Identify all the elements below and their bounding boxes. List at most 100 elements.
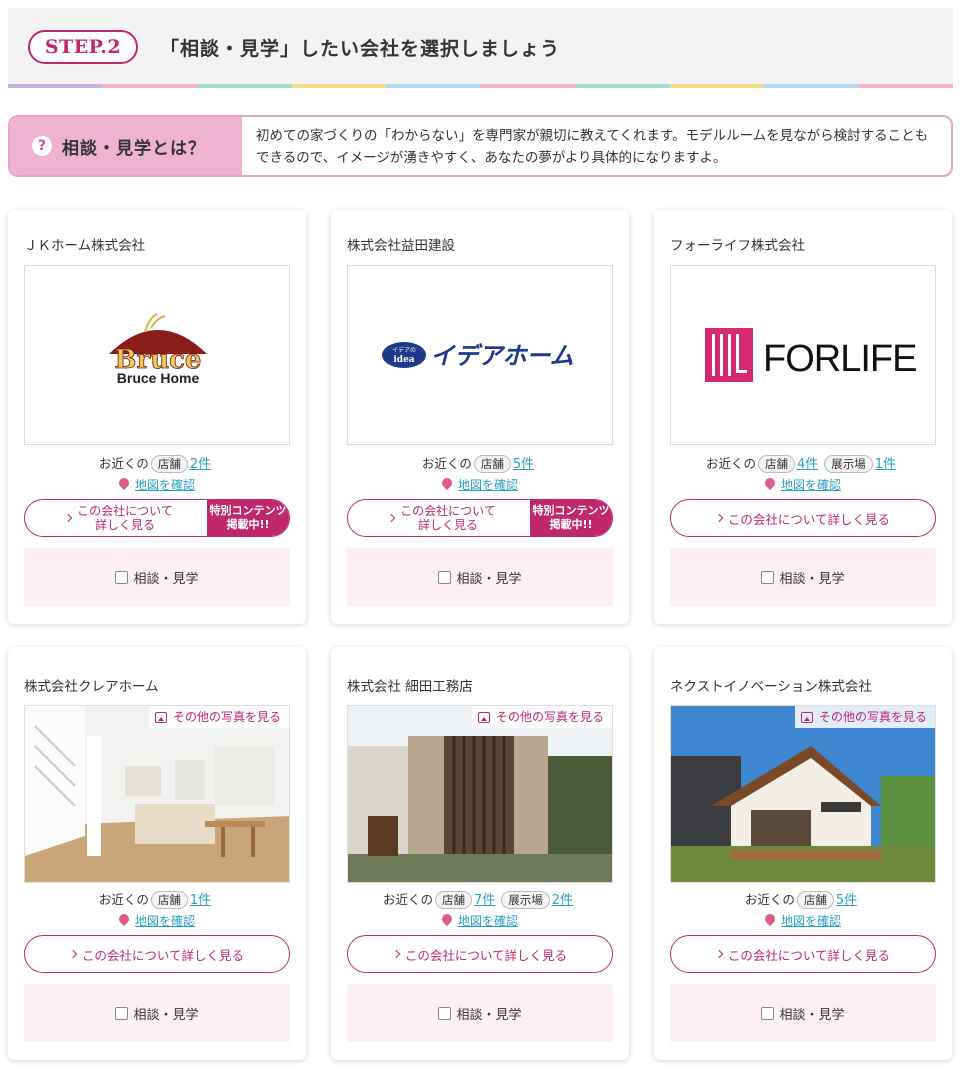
detail-label: この会社について詳しく見る — [727, 947, 891, 963]
showroom-count-link[interactable]: 2件 — [552, 893, 573, 908]
map-line: 地図を確認 — [654, 911, 952, 929]
consult-checkbox-area[interactable]: 相談・見学 — [347, 548, 613, 606]
nearby-info: お近くの 店舗 5件 — [654, 889, 952, 909]
rainbow-segment — [8, 84, 103, 88]
map-line: 地図を確認 — [654, 475, 952, 493]
company-logo-frame[interactable]: イデアの idea イデアホーム — [347, 265, 613, 445]
more-photos-button[interactable]: その他の写真を見る — [471, 706, 612, 728]
chevron-right-icon — [714, 949, 724, 959]
chevron-right-icon — [391, 949, 401, 959]
store-pill: 店舗 — [473, 455, 511, 473]
step-badge: STEP.2 — [28, 30, 138, 64]
bruce-home-logo: Bruce Bruce Home — [109, 313, 207, 386]
company-name: 株式会社クレアホーム — [24, 679, 159, 695]
special-line-1: 特別コンテンツ — [532, 504, 610, 517]
company-card: 株式会社 細田工務店 その他の写真を見る お近くの 店舗 7件 展示場 2件 地図を確認… — [331, 647, 629, 1060]
chevron-right-icon — [63, 513, 73, 523]
map-link[interactable]: 地図を確認 — [781, 478, 841, 492]
company-card: ＪＫホーム株式会社 Bruce Bruce Home お近くの 店舗 2件 地図を確… — [8, 210, 306, 624]
chevron-right-icon — [714, 513, 724, 523]
map-link[interactable]: 地図を確認 — [135, 478, 195, 492]
company-card: フォーライフ株式会社 FORLIFE お近くの 店舗 4件 展示場 1件 地図を確認 こ… — [654, 210, 952, 624]
company-name: ネクストイノベーション株式会社 — [670, 679, 872, 695]
logo-badge-text-1: イデアの — [392, 346, 416, 354]
showroom-pill: 展示場 — [824, 455, 873, 473]
detail-label: この会社について詳しく見る — [348, 504, 530, 532]
company-detail-button[interactable]: この会社について詳しく見る — [347, 935, 613, 973]
logo-text-idea-home: イデアホーム — [430, 342, 573, 370]
detail-label: この会社について詳しく見る — [81, 947, 245, 963]
company-card: 株式会社益田建設 イデアの idea イデアホーム お近くの 店舗 5件 地図を確認… — [331, 210, 629, 624]
company-name: 株式会社益田建設 — [347, 238, 455, 254]
chevron-right-icon — [68, 949, 78, 959]
consult-checkbox-area[interactable]: 相談・見学 — [24, 548, 290, 606]
consult-checkbox[interactable] — [115, 1006, 129, 1020]
company-detail-button[interactable]: この会社について詳しく見る — [670, 499, 936, 537]
consult-checkbox[interactable] — [761, 570, 775, 584]
company-detail-button[interactable]: この会社について詳しく見る — [24, 935, 290, 973]
store-pill: 店舗 — [796, 891, 834, 909]
company-photo[interactable]: その他の写真を見る — [24, 705, 290, 883]
rainbow-segment — [764, 84, 859, 88]
consult-label: 相談・見学 — [779, 1007, 845, 1023]
rainbow-segment — [386, 84, 481, 88]
more-photos-label: その他の写真を見る — [172, 710, 281, 724]
map-line: 地図を確認 — [331, 475, 629, 493]
company-logo-frame[interactable]: Bruce Bruce Home — [24, 265, 290, 445]
map-link[interactable]: 地図を確認 — [458, 914, 518, 928]
company-photo[interactable]: その他の写真を見る — [347, 705, 613, 883]
rainbow-segment — [669, 84, 764, 88]
consult-checkbox-area[interactable]: 相談・見学 — [670, 548, 936, 606]
store-count-link[interactable]: 2件 — [190, 457, 211, 472]
info-text: 初めての家づくりの「わからない」を専門家が親切に教えてくれます。モデルルームを見… — [256, 128, 929, 166]
forlife-logo: FORLIFE — [705, 328, 917, 382]
company-detail-button[interactable]: この会社について 詳しく見る 特別コンテンツ 掲載中!! — [24, 499, 290, 537]
store-count-link[interactable]: 1件 — [190, 893, 211, 908]
store-count-link[interactable]: 4件 — [797, 457, 818, 472]
nearby-info: お近くの 店舗 5件 — [331, 453, 629, 473]
company-name: 株式会社 細田工務店 — [347, 679, 473, 695]
more-photos-button[interactable]: その他の写真を見る — [148, 706, 289, 728]
consult-checkbox[interactable] — [438, 1006, 452, 1020]
step-title: 「相談・見学」したい会社を選択しましょう — [160, 38, 561, 60]
more-photos-button[interactable]: その他の写真を見る — [794, 706, 935, 728]
company-logo-frame[interactable]: FORLIFE — [670, 265, 936, 445]
company-photo[interactable]: その他の写真を見る — [670, 705, 936, 883]
company-card: 株式会社クレアホーム その他の写真を見る お近くの 店舗 1件 地図を確認 この会社… — [8, 647, 306, 1060]
map-pin-icon — [439, 475, 455, 491]
map-link[interactable]: 地図を確認 — [135, 914, 195, 928]
company-name: フォーライフ株式会社 — [670, 238, 805, 254]
info-box: ? 相談・見学とは？ 初めての家づくりの「わからない」を専門家が親切に教えてくれ… — [8, 115, 953, 177]
special-content-badge: 特別コンテンツ 掲載中!! — [530, 500, 612, 536]
map-link[interactable]: 地図を確認 — [781, 914, 841, 928]
store-count-link[interactable]: 5件 — [513, 457, 534, 472]
map-line: 地図を確認 — [8, 475, 306, 493]
consult-checkbox[interactable] — [438, 570, 452, 584]
store-pill: 店舗 — [150, 891, 188, 909]
image-icon — [477, 711, 490, 723]
house-exterior-photo — [348, 706, 612, 882]
map-pin-icon — [116, 475, 132, 491]
map-link[interactable]: 地図を確認 — [458, 478, 518, 492]
more-photos-label: その他の写真を見る — [818, 710, 927, 724]
special-line-2: 掲載中!! — [226, 518, 270, 531]
map-pin-icon — [116, 911, 132, 927]
detail-label-line-1: この会社について — [400, 504, 496, 518]
rainbow-segment — [102, 84, 197, 88]
consult-checkbox[interactable] — [115, 570, 129, 584]
rainbow-segment — [197, 84, 292, 88]
showroom-count-link[interactable]: 1件 — [875, 457, 896, 472]
store-count-link[interactable]: 5件 — [836, 893, 857, 908]
company-detail-button[interactable]: この会社について 詳しく見る 特別コンテンツ 掲載中!! — [347, 499, 613, 537]
store-count-link[interactable]: 7件 — [474, 893, 495, 908]
rainbow-divider — [8, 84, 953, 88]
consult-checkbox-area[interactable]: 相談・見学 — [24, 984, 290, 1042]
near-prefix: お近くの — [98, 456, 149, 471]
special-content-badge: 特別コンテンツ 掲載中!! — [207, 500, 289, 536]
logo-text-forlife: FORLIFE — [763, 338, 916, 380]
consult-checkbox[interactable] — [761, 1006, 775, 1020]
consult-checkbox-area[interactable]: 相談・見学 — [347, 984, 613, 1042]
consult-checkbox-area[interactable]: 相談・見学 — [670, 984, 936, 1042]
question-icon: ? — [32, 136, 52, 156]
company-detail-button[interactable]: この会社について詳しく見る — [670, 935, 936, 973]
